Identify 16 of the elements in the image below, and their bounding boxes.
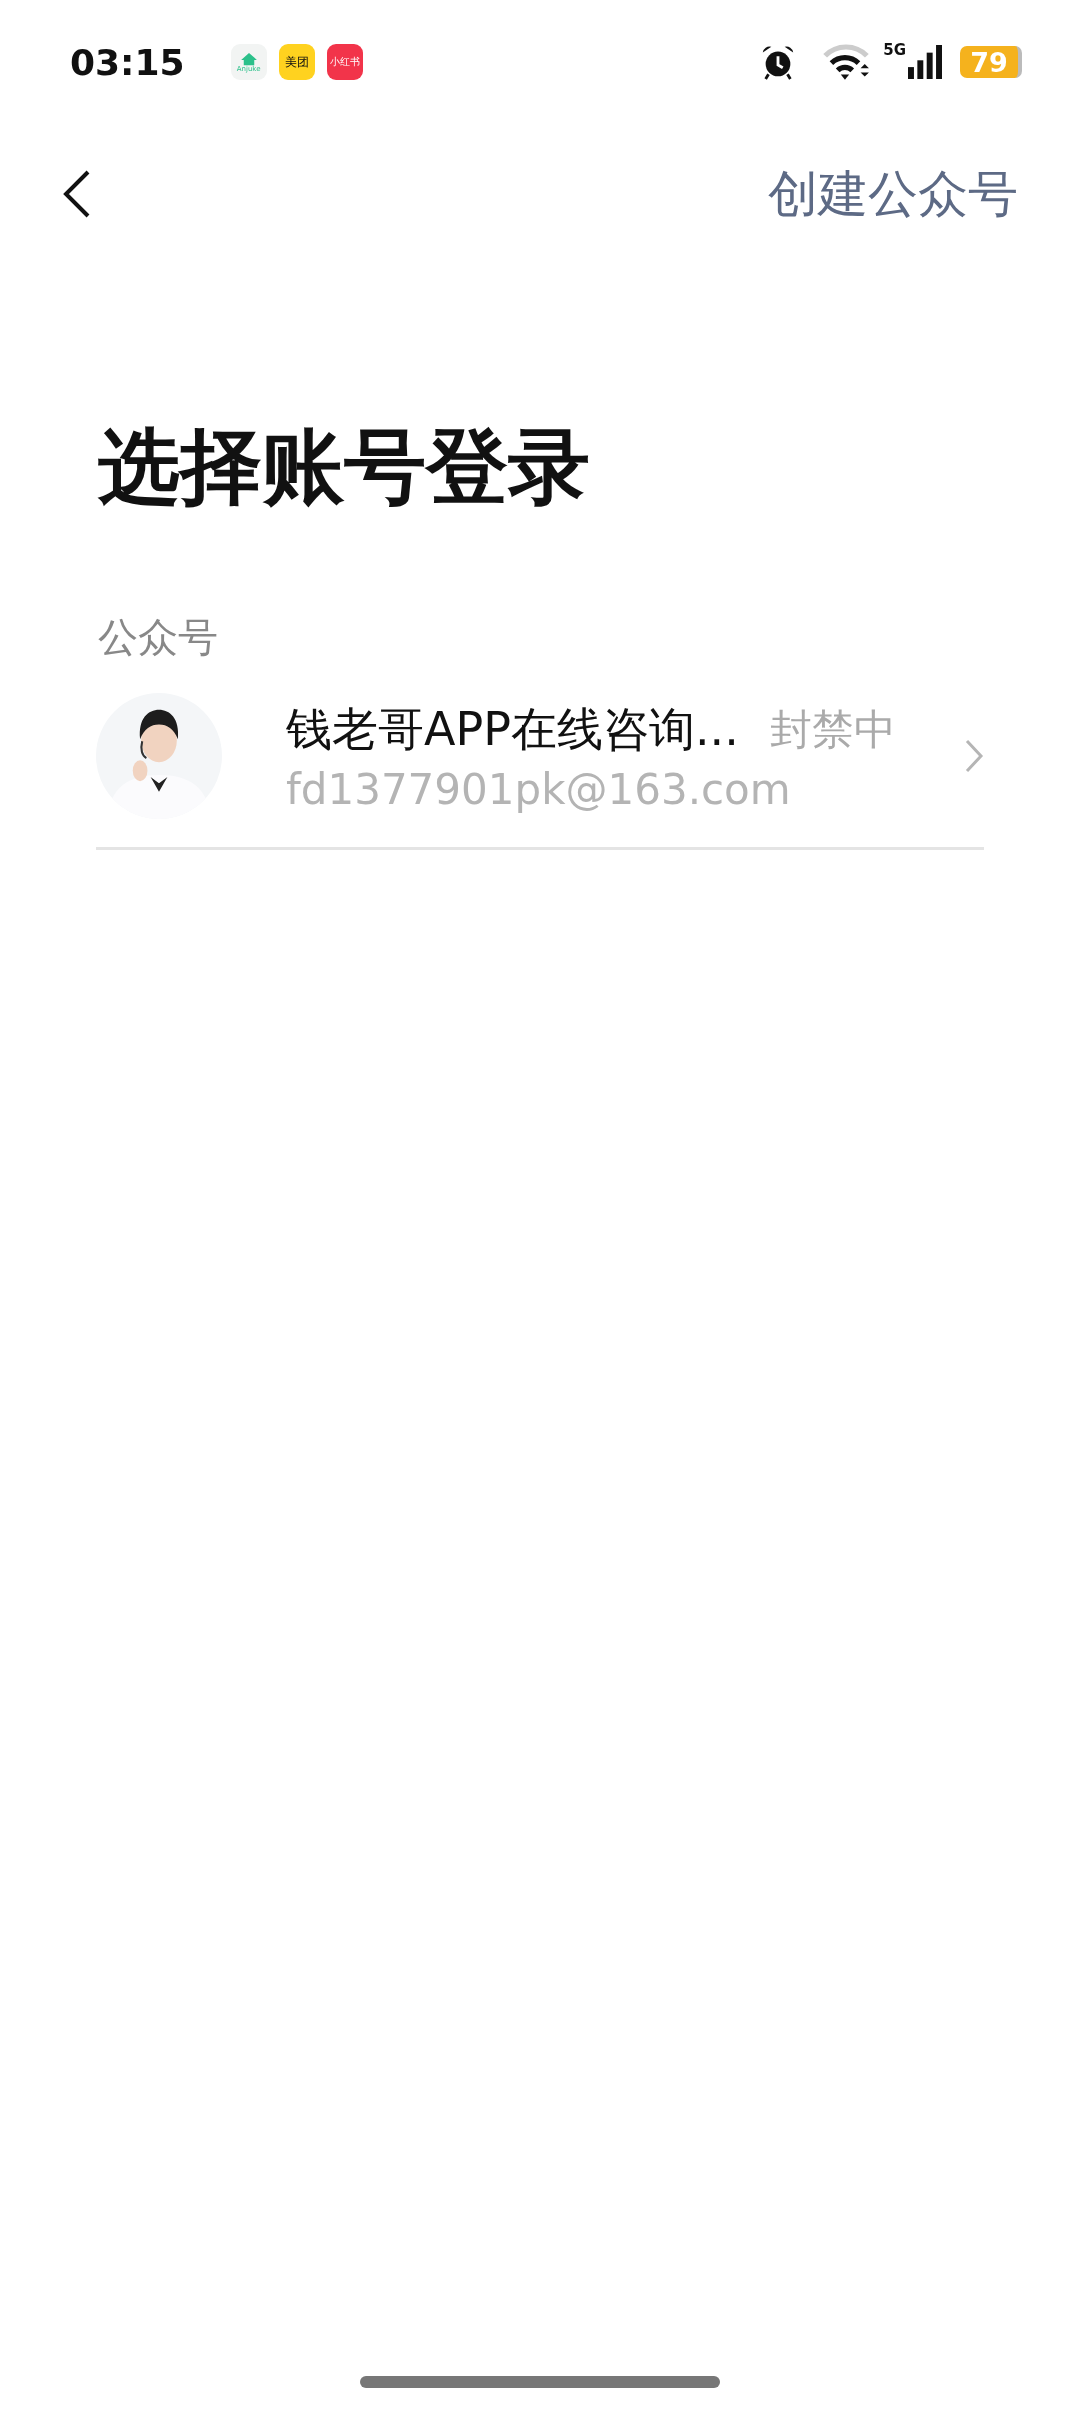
network-type: 5G — [883, 43, 906, 58]
account-email: fd1377901pk@163.com — [286, 764, 792, 814]
create-account-link[interactable]: 创建公众号 — [768, 160, 1018, 228]
account-row[interactable]: 钱老哥APP在线咨询... 封禁中 fd1377901pk@163.com — [96, 693, 984, 851]
clock-time: 03:15 — [70, 41, 185, 83]
page-title: 选择账号登录 — [97, 418, 591, 516]
battery-level: 79 — [970, 48, 1008, 76]
app-icon: 小红书 — [326, 44, 363, 80]
chevron-right-icon — [964, 738, 984, 775]
wifi-icon — [821, 43, 872, 81]
account-name: 钱老哥APP在线咨询... — [286, 700, 740, 758]
app-icon: 美团 — [278, 44, 315, 80]
account-status: 封禁中 — [770, 703, 896, 756]
section-label: 公众号 — [97, 613, 219, 663]
signal-icon — [908, 43, 942, 81]
back-icon[interactable] — [62, 169, 92, 219]
